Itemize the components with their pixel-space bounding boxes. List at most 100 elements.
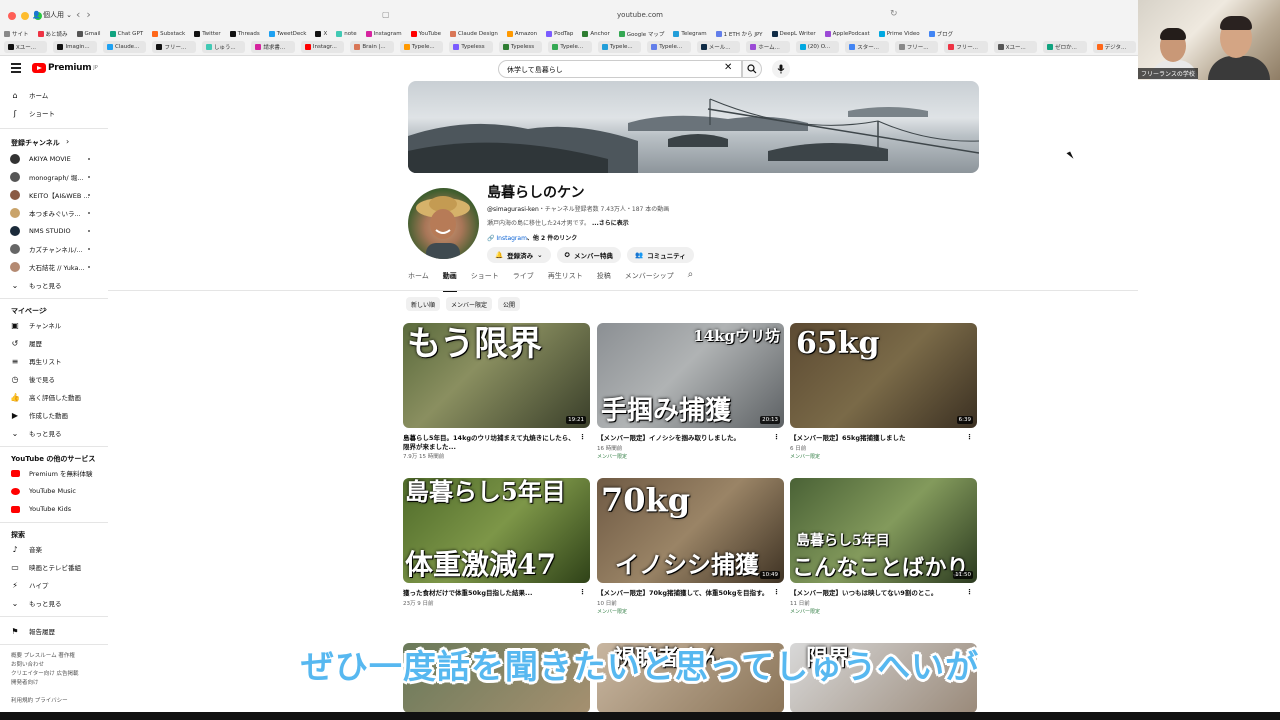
sidebar-item-music[interactable]: ♪ 音楽	[10, 542, 106, 556]
chip-2[interactable]: 公開	[498, 297, 521, 311]
pinned-tab[interactable]: フリー...	[894, 41, 939, 53]
address-bar[interactable]: youtube.com	[560, 11, 720, 19]
minimize-window-icon[interactable]	[21, 12, 29, 20]
more-options-icon[interactable]: ⋮	[966, 588, 973, 596]
channel-description[interactable]: 瀬戸内海の島に移住した24才男です。 ...さらに表示	[487, 218, 629, 227]
pinned-tab[interactable]: Claude...	[102, 41, 147, 53]
sidebar-item-film[interactable]: ▭ 映画とテレビ番組	[10, 560, 106, 574]
profile-switcher[interactable]: 👤 個人用 ⌄	[32, 10, 72, 20]
more-options-icon[interactable]: ⋮	[579, 588, 586, 596]
bookmark-item[interactable]: YouTube	[410, 28, 441, 40]
instagram-link[interactable]: Instagram	[496, 235, 527, 242]
tab-5[interactable]: 投稿	[597, 271, 611, 289]
sidebar-item-like[interactable]: 👍 高く評価した動画	[10, 390, 106, 404]
pinned-tab[interactable]: Typele...	[597, 41, 642, 53]
footer-link[interactable]	[11, 688, 79, 697]
close-window-icon[interactable]	[8, 12, 16, 20]
bookmark-item[interactable]: Google マップ	[618, 28, 664, 40]
pinned-tab[interactable]: Typeless	[498, 41, 543, 53]
search-button[interactable]	[742, 60, 762, 78]
bookmark-item[interactable]: Amazon	[506, 28, 537, 40]
video-title[interactable]: 獲った食材だけで体重50kg目指した結果...	[403, 589, 578, 598]
sidebar-item-channel[interactable]: ▣ チャンネル	[10, 318, 106, 332]
tab-3[interactable]: ライブ	[513, 271, 534, 289]
shield-icon[interactable]: ▢	[382, 10, 390, 19]
bookmark-item[interactable]: X	[315, 28, 327, 40]
tab-4[interactable]: 再生リスト	[548, 271, 583, 289]
nav-arrows[interactable]: ‹›	[76, 8, 97, 21]
bookmark-item[interactable]: ApplePodcast	[824, 28, 870, 40]
bookmark-item[interactable]: DeepL Writer	[771, 28, 816, 40]
service-item[interactable]: Premium を無料体験	[10, 466, 106, 480]
mypage-heading[interactable]: マイページ	[11, 306, 46, 316]
bookmark-item[interactable]: Claude Design	[450, 28, 498, 40]
subscription-item[interactable]: KEITO【AI&WEB ...	[10, 188, 106, 202]
bookmark-item[interactable]: Twitter	[194, 28, 221, 40]
more-options-icon[interactable]: ⋮	[773, 433, 780, 441]
video-card[interactable]: 65kg 6:39 【メンバー限定】65kg猪捕獲しました ⋮ 6 日前 メンバー限定	[790, 323, 977, 460]
video-title[interactable]: 島暮らし5年目。14kgのウリ坊捕まえて丸焼きにしたら、限界が来ました...	[403, 434, 578, 451]
bookmark-item[interactable]: PodTap	[546, 28, 573, 40]
pinned-tab[interactable]: フリー...	[944, 41, 988, 53]
bookmark-item[interactable]: 1 ETH から JPY	[715, 28, 763, 40]
bookmark-item[interactable]: Gmail	[76, 28, 101, 40]
menu-icon[interactable]	[11, 63, 21, 75]
video-card[interactable]: 島暮らし5年目 こんなことばかり 11:50 【メンバー限定】いつもは映してない9割の…	[790, 478, 977, 615]
show-more-explore[interactable]: ⌄ もっと見る	[10, 596, 106, 610]
tab-6[interactable]: メンバーシップ	[625, 271, 674, 289]
bookmark-item[interactable]: ブログ	[928, 28, 953, 40]
chip-0[interactable]: 新しい順	[406, 297, 441, 311]
show-more-subs[interactable]: ⌄ もっと見る	[10, 278, 106, 292]
more-options-icon[interactable]: ⋮	[966, 433, 973, 441]
more-options-icon[interactable]: ⋮	[773, 588, 780, 596]
report-history[interactable]: ⚑ 報告履歴	[10, 624, 106, 638]
service-item[interactable]: YouTube Music	[10, 484, 106, 498]
video-thumbnail[interactable]: 島暮らし5年目 こんなことばかり 11:50	[790, 478, 977, 583]
sidebar-item-playlist[interactable]: ≡ 再生リスト	[10, 354, 106, 368]
bookmark-item[interactable]: Telegram	[673, 28, 707, 40]
bookmark-item[interactable]: Threads	[229, 28, 260, 40]
search-input[interactable]: 休学して島暮らし	[498, 60, 742, 78]
bookmark-item[interactable]: Instagram	[365, 28, 402, 40]
pinned-tab[interactable]: Brain |...	[350, 41, 394, 53]
channel-search-icon[interactable]: ⌕	[688, 269, 694, 287]
subscription-item[interactable]: NMS STUDIO	[10, 224, 106, 238]
bookmark-item[interactable]: note	[336, 28, 357, 40]
subscription-item[interactable]: 大石結花 // Yuka...	[10, 260, 106, 274]
video-title[interactable]: 【メンバー限定】70kg猪捕獲して、体重50kgを目指す。	[597, 589, 772, 598]
sidebar-item-home[interactable]: ⌂ ホーム	[10, 88, 106, 102]
video-thumbnail[interactable]: 65kg 6:39	[790, 323, 977, 428]
bookmark-item[interactable]: Prime Video	[878, 28, 920, 40]
bookmark-item[interactable]: TweetDeck	[268, 28, 306, 40]
reload-icon[interactable]: ↻	[890, 9, 898, 19]
video-card[interactable]: もう限界 19:21 島暮らし5年目。14kgのウリ坊捕まえて丸焼きにしたら、限界が…	[403, 323, 590, 460]
pinned-tab[interactable]: フリー...	[152, 41, 196, 53]
bookmark-item[interactable]: Chat GPT	[109, 28, 143, 40]
video-card[interactable]: 70kg イノシシ捕獲 10:49 【メンバー限定】70kg猪捕獲して、体重50kgを…	[597, 478, 784, 615]
pinned-tab[interactable]: ゼロか...	[1043, 41, 1087, 53]
sidebar-item-hype[interactable]: ⚡ ハイプ	[10, 578, 106, 592]
subscriptions-heading[interactable]: 登録チャンネル	[11, 138, 60, 148]
bookmark-item[interactable]: あと読み	[37, 28, 68, 40]
pinned-tab[interactable]: デジタ...	[1092, 41, 1136, 53]
sidebar-item-video[interactable]: ▶ 作成した動画	[10, 408, 106, 422]
channel-links[interactable]: 🔗 Instagram、他 2 件のリンク	[487, 233, 577, 242]
pinned-tab[interactable]: (20) O...	[795, 41, 840, 53]
more-options-icon[interactable]: ⋮	[579, 433, 586, 441]
subscription-item[interactable]: monograph/ 堀...	[10, 170, 106, 184]
channel-avatar[interactable]	[408, 188, 479, 259]
video-thumbnail[interactable]: 70kg イノシシ捕獲 10:49	[597, 478, 784, 583]
member-perks-button[interactable]: ✪ メンバー特典	[556, 247, 621, 263]
subscription-item[interactable]: 本つまみぐいラ...	[10, 206, 106, 220]
video-thumbnail[interactable]: もう限界 19:21	[403, 323, 590, 428]
tab-1[interactable]: 動画	[442, 271, 457, 292]
pinned-tab[interactable]: スター...	[845, 41, 889, 53]
pinned-tab[interactable]: Xユー...	[4, 41, 48, 53]
video-thumbnail[interactable]: 手掴み捕獲 14kgウリ坊 20:13	[597, 323, 784, 428]
pinned-tab[interactable]: しゅう...	[201, 41, 246, 53]
sidebar-item-watch-later[interactable]: ◷ 後で見る	[10, 372, 106, 386]
clear-search-icon[interactable]: ✕	[724, 62, 732, 73]
community-button[interactable]: 👥 コミュニティ	[627, 247, 694, 263]
subscribed-button[interactable]: 🔔 登録済み ⌄	[487, 247, 551, 263]
tab-0[interactable]: ホーム	[408, 271, 429, 289]
